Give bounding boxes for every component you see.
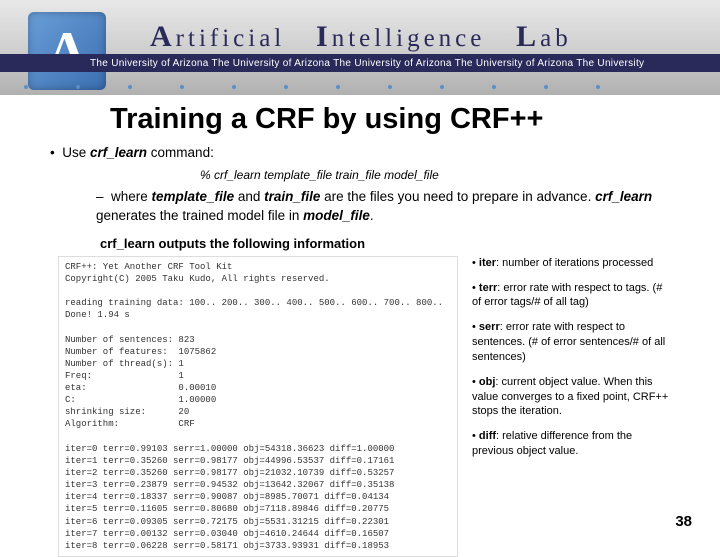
content: • Use crf_learn command: % crf_learn tem… xyxy=(0,144,720,557)
outputs-label: crf_learn outputs the following informat… xyxy=(100,235,690,253)
two-column: CRF++: Yet Another CRF Tool Kit Copyrigh… xyxy=(40,256,690,557)
command-line: % crf_learn template_file train_file mod… xyxy=(200,167,690,184)
header-banner: A Artificial Intelligence Lab The Univer… xyxy=(0,0,720,95)
bullet-use-command: • Use crf_learn command: xyxy=(50,144,690,163)
page-number: 38 xyxy=(675,513,692,530)
def-serr: • serr: error rate with respect to sente… xyxy=(472,320,672,365)
bullet-explain: – where template_file and train_file are… xyxy=(96,188,690,226)
def-iter: • iter: number of iterations processed xyxy=(472,256,672,271)
slide-title: Training a CRF by using CRF++ xyxy=(110,103,720,136)
def-diff: • diff: relative difference from the pre… xyxy=(472,429,672,459)
banner-bar: The University of Arizona The University… xyxy=(0,54,720,72)
def-obj: • obj: current object value. When this v… xyxy=(472,375,672,420)
def-terr: • terr: error rate with respect to tags.… xyxy=(472,281,672,311)
banner-dots xyxy=(0,76,720,96)
banner-bar-text: The University of Arizona The University… xyxy=(0,58,644,69)
definitions: • iter: number of iterations processed •… xyxy=(458,256,690,557)
console-output: CRF++: Yet Another CRF Tool Kit Copyrigh… xyxy=(58,256,458,557)
banner-title: Artificial Intelligence Lab xyxy=(150,20,572,54)
